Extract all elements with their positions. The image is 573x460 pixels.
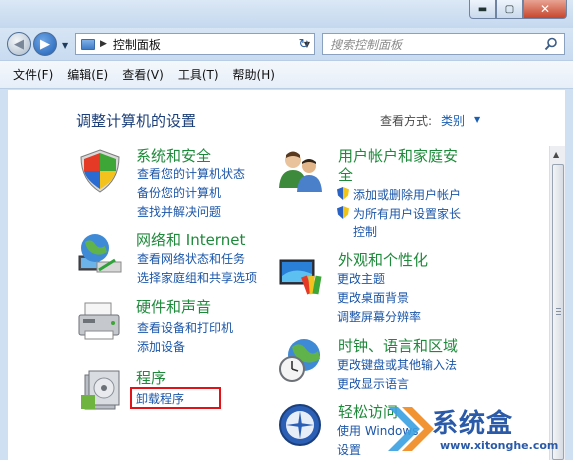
link-network-status[interactable]: 查看网络状态和任务	[137, 250, 245, 267]
link-view-computer-status[interactable]: 查看您的计算机状态	[137, 165, 245, 182]
minimize-icon: ▬	[477, 3, 488, 15]
network-globe-icon[interactable]	[75, 230, 125, 280]
watermark-url: www.xitonghe.com	[440, 439, 559, 452]
address-toolbar: ◀ ▶ ▼ ▶ 控制面板 ▼ ↻ 搜索控制面板	[0, 28, 573, 60]
maximize-button[interactable]: ▢	[496, 0, 523, 19]
grip-line	[556, 308, 561, 309]
menu-view[interactable]: 查看(V)	[122, 66, 164, 83]
refresh-button[interactable]: ↻	[291, 33, 317, 55]
highlight-box	[130, 387, 221, 409]
link-parental-controls-cont[interactable]: 控制	[353, 223, 377, 240]
breadcrumb-control-panel[interactable]: 控制面板	[113, 36, 161, 53]
link-homegroup-sharing[interactable]: 选择家庭组和共享选项	[137, 269, 257, 286]
watermark-logo-icon	[388, 407, 434, 451]
link-adjust-resolution[interactable]: 调整屏幕分辨率	[337, 308, 421, 325]
category-clock-language-region[interactable]: 时钟、语言和区域	[338, 335, 458, 356]
appearance-monitor-icon[interactable]	[276, 250, 326, 300]
view-by-dropdown[interactable]: 类别	[441, 112, 465, 129]
ease-of-access-icon[interactable]	[276, 400, 326, 450]
link-parental-controls[interactable]: 为所有用户设置家长	[337, 205, 461, 222]
close-icon: ✕	[539, 2, 551, 16]
chevron-down-icon[interactable]: ▼	[474, 115, 480, 124]
control-panel-icon	[81, 38, 95, 50]
breadcrumb-separator-icon[interactable]: ▶	[100, 39, 107, 49]
search-input[interactable]: 搜索控制面板	[322, 33, 565, 55]
arrow-left-icon: ◀	[14, 36, 24, 52]
search-icon[interactable]	[544, 37, 558, 51]
user-accounts-icon[interactable]	[276, 146, 326, 196]
maximize-icon: ▢	[504, 3, 515, 15]
minimize-button[interactable]: ▬	[469, 0, 496, 19]
clock-globe-icon[interactable]	[276, 335, 326, 385]
link-change-display-language[interactable]: 更改显示语言	[337, 375, 409, 392]
category-network-internet[interactable]: 网络和 Internet	[136, 229, 245, 250]
link-add-remove-accounts-label: 添加或删除用户帐户	[353, 188, 462, 202]
uac-shield-icon	[337, 187, 349, 200]
link-change-keyboards[interactable]: 更改键盘或其他输入法	[337, 356, 457, 373]
search-placeholder: 搜索控制面板	[330, 37, 403, 52]
view-by-label: 查看方式:	[380, 114, 433, 128]
grip-line	[556, 311, 561, 312]
back-button[interactable]: ◀	[7, 32, 31, 56]
link-add-remove-accounts[interactable]: 添加或删除用户帐户	[337, 186, 461, 203]
refresh-icon: ↻	[298, 36, 310, 52]
category-hardware-sound[interactable]: 硬件和声音	[136, 296, 211, 317]
window-controls: ▬ ▢ ✕	[469, 0, 567, 20]
link-add-device[interactable]: 添加设备	[137, 338, 185, 355]
watermark-brand: 系统盒	[432, 409, 514, 439]
page-title: 调整计算机的设置	[76, 112, 197, 130]
link-find-fix-problems[interactable]: 查找并解决问题	[137, 203, 221, 220]
arrow-right-icon: ▶	[40, 36, 50, 52]
menu-tools[interactable]: 工具(T)	[178, 66, 219, 83]
scroll-up-icon[interactable]: ▲	[553, 150, 559, 159]
category-system-security[interactable]: 系统和安全	[136, 145, 211, 166]
close-button[interactable]: ✕	[523, 0, 567, 19]
category-appearance[interactable]: 外观和个性化	[338, 249, 428, 270]
grip-line	[556, 314, 561, 315]
uac-shield-icon	[337, 206, 349, 219]
menu-edit[interactable]: 编辑(E)	[67, 66, 108, 83]
address-bar[interactable]: ▶ 控制面板 ▼	[75, 33, 315, 55]
link-optimize-display[interactable]: 设置	[337, 441, 361, 458]
title-bar: ▬ ▢ ✕	[0, 0, 573, 28]
link-backup-computer[interactable]: 备份您的计算机	[137, 184, 221, 201]
menu-file[interactable]: 文件(F)	[13, 66, 53, 83]
link-change-theme[interactable]: 更改主题	[337, 270, 385, 287]
security-shield-icon[interactable]	[75, 146, 125, 196]
category-programs[interactable]: 程序	[136, 367, 166, 388]
recent-pages-dropdown[interactable]: ▼	[62, 41, 68, 50]
link-change-desktop-background[interactable]: 更改桌面背景	[337, 289, 409, 306]
programs-box-icon[interactable]	[75, 365, 125, 415]
link-parental-controls-label: 为所有用户设置家长	[353, 207, 462, 221]
forward-button[interactable]: ▶	[33, 32, 57, 56]
category-user-accounts-cont[interactable]: 全	[338, 164, 353, 185]
menu-help[interactable]: 帮助(H)	[233, 66, 275, 83]
link-devices-printers[interactable]: 查看设备和打印机	[137, 319, 233, 336]
printer-icon[interactable]	[75, 297, 125, 347]
category-user-accounts[interactable]: 用户帐户和家庭安	[338, 145, 458, 166]
menu-bar: 文件(F) 编辑(E) 查看(V) 工具(T) 帮助(H)	[0, 60, 573, 89]
watermark: 系统盒 www.xitonghe.com	[384, 399, 570, 459]
